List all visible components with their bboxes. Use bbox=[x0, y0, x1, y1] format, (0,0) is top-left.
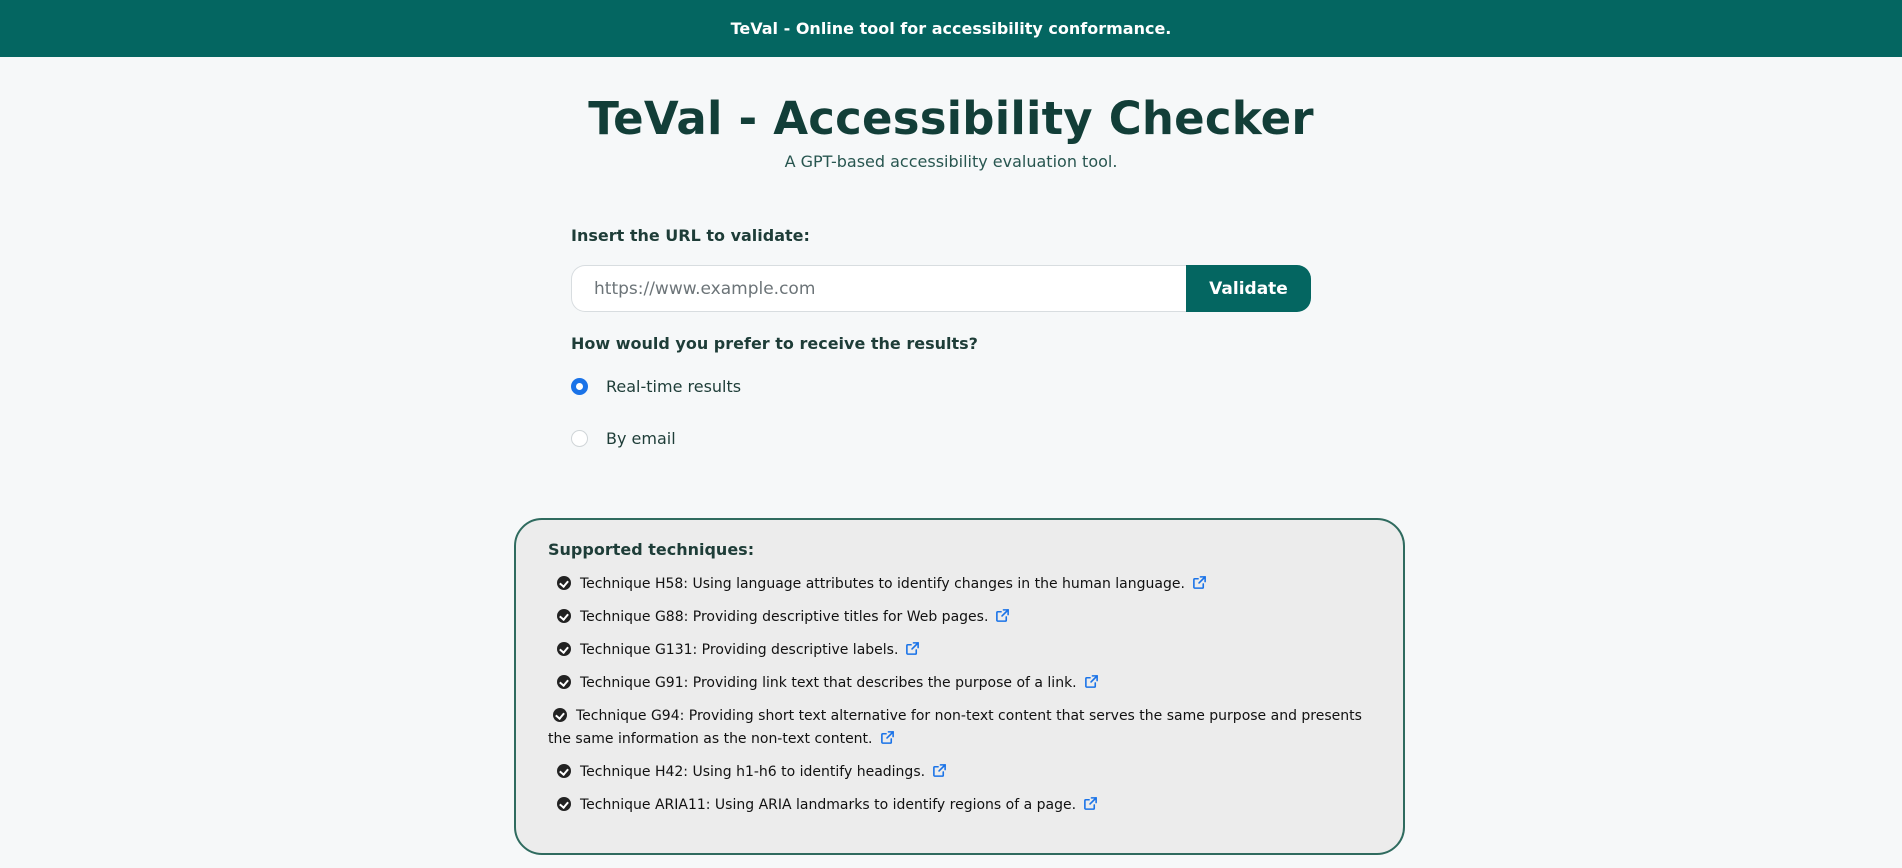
check-circle-icon bbox=[553, 708, 567, 722]
external-link-icon[interactable] bbox=[1083, 796, 1098, 811]
check-circle-icon bbox=[557, 675, 571, 689]
technique-label: Technique G131: Providing descriptive la… bbox=[580, 642, 899, 658]
check-circle-icon bbox=[557, 576, 571, 590]
external-link-icon[interactable] bbox=[905, 641, 920, 656]
technique-label: Technique G88: Providing descriptive tit… bbox=[580, 609, 989, 625]
validation-form: Insert the URL to validate: Validate How… bbox=[571, 226, 1311, 448]
technique-label: Technique G94: Providing short text alte… bbox=[548, 708, 1362, 747]
technique-label: Technique H42: Using h1-h6 to identify h… bbox=[580, 764, 926, 780]
external-link-icon[interactable] bbox=[1084, 674, 1099, 689]
external-link-icon[interactable] bbox=[1192, 575, 1207, 590]
email-label[interactable]: By email bbox=[606, 429, 676, 448]
techniques-list: Technique H58: Using language attributes… bbox=[548, 573, 1373, 817]
technique-item: Technique ARIA11: Using ARIA landmarks t… bbox=[552, 794, 1373, 817]
realtime-radio[interactable] bbox=[571, 378, 588, 395]
technique-item: Technique G131: Providing descriptive la… bbox=[552, 639, 1373, 662]
realtime-label[interactable]: Real-time results bbox=[606, 377, 741, 396]
banner-text: TeVal - Online tool for accessibility co… bbox=[730, 19, 1172, 38]
technique-label: Technique H58: Using language attributes… bbox=[580, 576, 1185, 592]
check-circle-icon bbox=[557, 642, 571, 656]
techniques-title: Supported techniques: bbox=[548, 540, 755, 559]
url-label: Insert the URL to validate: bbox=[571, 226, 810, 245]
top-banner: TeVal - Online tool for accessibility co… bbox=[0, 0, 1902, 57]
check-circle-icon bbox=[557, 609, 571, 623]
technique-label: Technique ARIA11: Using ARIA landmarks t… bbox=[580, 797, 1077, 813]
technique-item: Technique H42: Using h1-h6 to identify h… bbox=[552, 761, 1373, 784]
external-link-icon[interactable] bbox=[880, 730, 895, 745]
technique-item: Technique G94: Providing short text alte… bbox=[548, 705, 1373, 751]
page-title: TeVal - Accessibility Checker bbox=[588, 92, 1314, 145]
technique-item: Technique H58: Using language attributes… bbox=[552, 573, 1373, 596]
external-link-icon[interactable] bbox=[995, 608, 1010, 623]
option-realtime[interactable]: Real-time results bbox=[571, 377, 1311, 396]
technique-label: Technique G91: Providing link text that … bbox=[580, 675, 1077, 691]
supported-techniques-panel: Supported techniques: Technique H58: Usi… bbox=[514, 518, 1405, 855]
url-row: Validate bbox=[571, 265, 1311, 312]
option-email[interactable]: By email bbox=[571, 429, 1311, 448]
url-input[interactable] bbox=[571, 265, 1186, 312]
email-radio[interactable] bbox=[571, 430, 588, 447]
validate-button[interactable]: Validate bbox=[1186, 265, 1311, 312]
technique-item: Technique G88: Providing descriptive tit… bbox=[552, 606, 1373, 629]
page-subtitle: A GPT-based accessibility evaluation too… bbox=[784, 152, 1118, 171]
check-circle-icon bbox=[557, 797, 571, 811]
results-question: How would you prefer to receive the resu… bbox=[571, 334, 978, 353]
external-link-icon[interactable] bbox=[932, 763, 947, 778]
check-circle-icon bbox=[557, 764, 571, 778]
technique-item: Technique G91: Providing link text that … bbox=[552, 672, 1373, 695]
